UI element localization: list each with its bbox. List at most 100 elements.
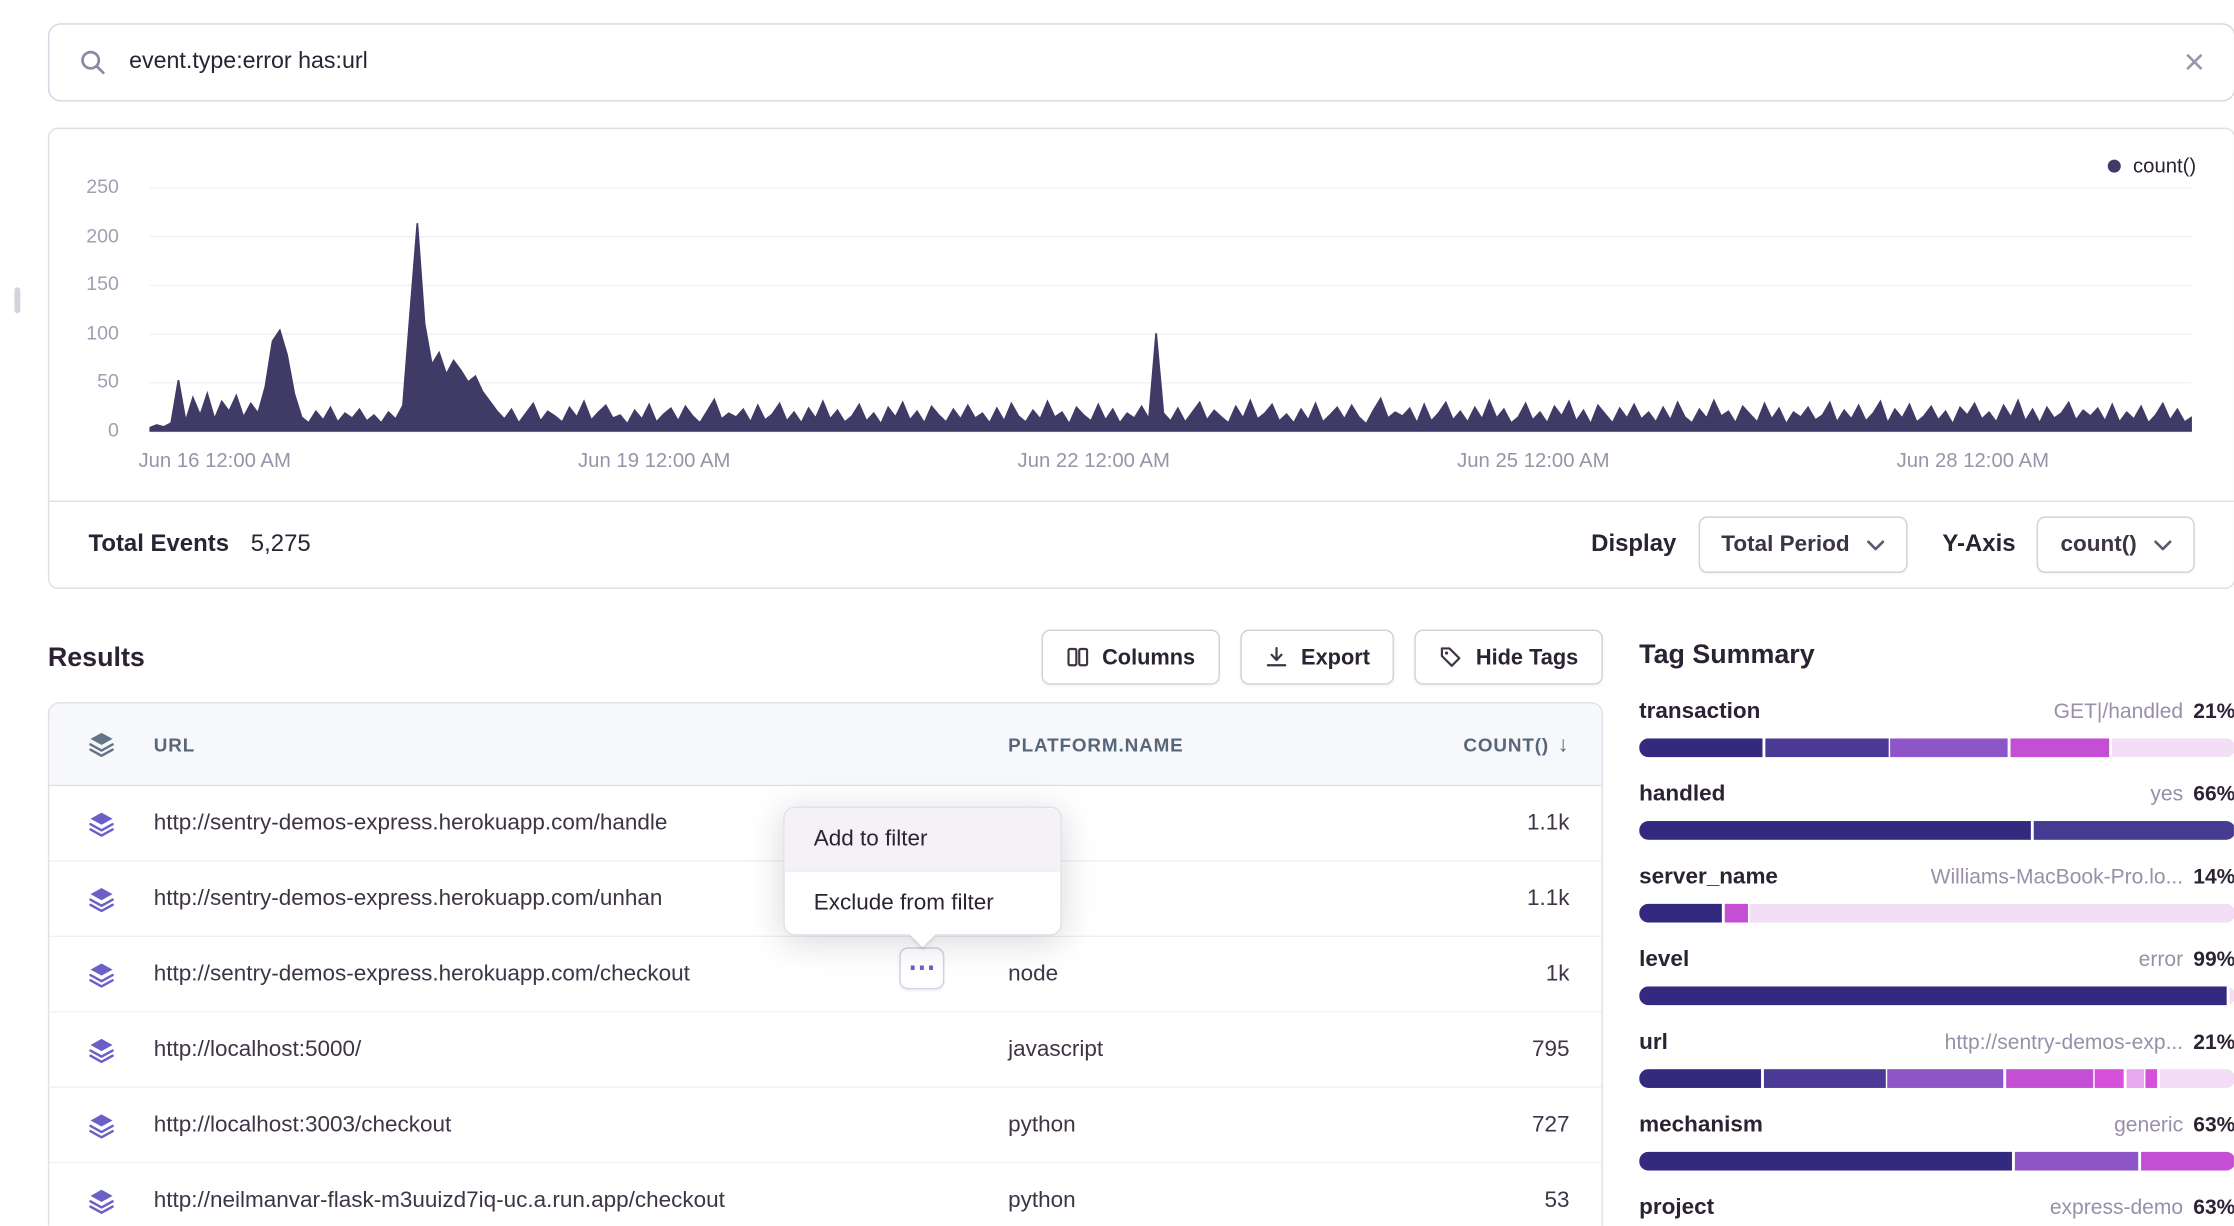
y-tick-label: 50 (97, 370, 119, 392)
x-tick-label: Jun 16 12:00 AM (138, 448, 290, 471)
events-chart[interactable] (149, 187, 2191, 432)
tag-bar[interactable] (1639, 986, 2234, 1005)
layers-icon (49, 1186, 153, 1215)
chart-footer: Total Events 5,275 Display Total Period … (49, 500, 2234, 587)
y-tick-label: 200 (86, 224, 119, 246)
search-input[interactable] (126, 48, 2184, 77)
row-platform: node (1008, 961, 1410, 987)
tag-head: handledyes66% (1639, 782, 2234, 808)
tag-bar-segment (2112, 738, 2234, 757)
download-icon (1265, 646, 1288, 669)
tag-value-group: error99% (2139, 947, 2234, 973)
legend-label: count() (2133, 154, 2196, 177)
row-count: 53 (1410, 1187, 1601, 1213)
tag-bar[interactable] (1639, 821, 2234, 840)
chevron-down-icon (2154, 539, 2171, 551)
tag-bar[interactable] (1639, 1152, 2234, 1171)
table-row[interactable]: http://neilmanvar-flask-m3uuizd7iq-uc.a.… (49, 1163, 1601, 1225)
total-events-label: Total Events (88, 531, 229, 559)
tag-bar-segment (1639, 986, 2227, 1005)
search-icon (78, 48, 107, 77)
tag-bar-segment (1639, 821, 2031, 840)
tag-value: yes (2150, 783, 2183, 806)
layers-icon (49, 960, 153, 989)
tag-bar-segment (2010, 738, 2110, 757)
tag-value-group: yes 66% (2150, 782, 2234, 808)
export-button[interactable]: Export (1240, 630, 1395, 685)
tag-bar[interactable] (1639, 904, 2234, 923)
tag-summary: Tag Summary transactionGET|/handled21%ha… (1639, 638, 2234, 1225)
discover-page: × count() 250200150100500 Jun 16 12:00 A… (0, 0, 2234, 1226)
columns-icon (1066, 646, 1089, 669)
tag-section: urlhttp://sentry-demos-exp...21% (1639, 1030, 2234, 1088)
x-tick-label: Jun 19 12:00 AM (578, 448, 730, 471)
chart-legend: count() (2108, 154, 2196, 177)
tag-bar-segment (1639, 1069, 1761, 1088)
tag-value: error (2139, 949, 2183, 972)
tag-bar-segment (2160, 1069, 2234, 1088)
row-count: 727 (1410, 1112, 1601, 1138)
tag-value-group: GET|/handled21% (2054, 699, 2234, 725)
table-row[interactable]: http://sentry-demos-express.herokuapp.co… (49, 937, 1601, 1012)
tag-bar[interactable] (1639, 738, 2234, 757)
tag-section: projectexpress-demo63% (1639, 1195, 2234, 1225)
menu-item-exclude-from-filter[interactable]: Exclude from filter (785, 872, 1061, 934)
tag-section: mechanismgeneric63% (1639, 1113, 2234, 1171)
table-row[interactable]: http://localhost:5000/javascript795 (49, 1013, 1601, 1088)
column-header-platform[interactable]: PLATFORM.NAME (1008, 733, 1410, 755)
row-platform: python (1008, 1187, 1410, 1213)
tag-section: handledyes66% (1639, 782, 2234, 840)
display-dropdown[interactable]: Total Period (1698, 516, 1907, 573)
y-axis-dropdown[interactable]: count() (2037, 516, 2194, 573)
left-resize-handle[interactable] (15, 287, 21, 313)
clear-search-icon[interactable]: × (2184, 41, 2205, 83)
row-url: http://sentry-demos-express.herokuapp.co… (154, 961, 1008, 987)
row-count: 795 (1410, 1036, 1601, 1062)
y-tick-label: 0 (108, 419, 119, 441)
tag-percent: 63% (2193, 1114, 2234, 1137)
tag-bar-segment (2229, 986, 2233, 1005)
y-axis-label: Y-Axis (1942, 531, 2015, 559)
tag-value-group: express-demo63% (2050, 1195, 2234, 1221)
tag-name: server_name (1639, 865, 1778, 891)
tag-bar-segment (1639, 738, 1762, 757)
row-actions-button[interactable]: ⋯ (899, 947, 944, 989)
tag-percent: 66% (2193, 783, 2234, 806)
tag-bar-segment (1724, 904, 1748, 923)
search-bar: × (48, 23, 2234, 101)
tag-head: urlhttp://sentry-demos-exp...21% (1639, 1030, 2234, 1056)
tag-percent: 14% (2193, 866, 2234, 889)
hide-tags-button-label: Hide Tags (1476, 645, 1578, 670)
column-header-url[interactable]: URL (154, 733, 1008, 755)
tag-value-group: generic63% (2114, 1113, 2234, 1139)
y-tick-label: 250 (86, 176, 119, 198)
tag-name: url (1639, 1030, 1668, 1056)
x-tick-label: Jun 22 12:00 AM (1018, 448, 1170, 471)
display-label: Display (1591, 531, 1676, 559)
tag-bar-segment (1639, 904, 1722, 923)
tag-bar-segment (1890, 738, 2007, 757)
row-url: http://localhost:5000/ (154, 1036, 1008, 1062)
row-url: http://localhost:3003/checkout (154, 1112, 1008, 1138)
hide-tags-button[interactable]: Hide Tags (1415, 630, 1603, 685)
row-count: 1.1k (1410, 810, 1601, 836)
tag-bar-segment (2146, 1069, 2158, 1088)
legend-dot-icon (2108, 159, 2121, 172)
menu-item-add-to-filter[interactable]: Add to filter (785, 808, 1061, 872)
layers-icon (49, 809, 153, 838)
row-platform: python (1008, 1112, 1410, 1138)
count-header-label: COUNT() (1463, 733, 1549, 755)
tag-bar-segment (2095, 1069, 2124, 1088)
tag-head: server_name Williams-MacBook-Pro.lo... 14% (1639, 865, 2234, 891)
tag-bar[interactable] (1639, 1069, 2234, 1088)
tag-value: Williams-MacBook-Pro.lo... (1931, 866, 2183, 889)
columns-button[interactable]: Columns (1041, 630, 1220, 685)
table-row[interactable]: http://localhost:3003/checkoutpython727 (49, 1088, 1601, 1163)
column-header-count[interactable]: COUNT() ↓ (1410, 732, 1601, 757)
chart-y-axis: 250200150100500 (49, 187, 133, 432)
tag-bar-segment (1750, 904, 2234, 923)
layers-icon (49, 1110, 153, 1139)
y-tick-label: 150 (86, 273, 119, 295)
tag-bar-segment (1765, 738, 1888, 757)
sort-desc-icon: ↓ (1558, 732, 1570, 757)
